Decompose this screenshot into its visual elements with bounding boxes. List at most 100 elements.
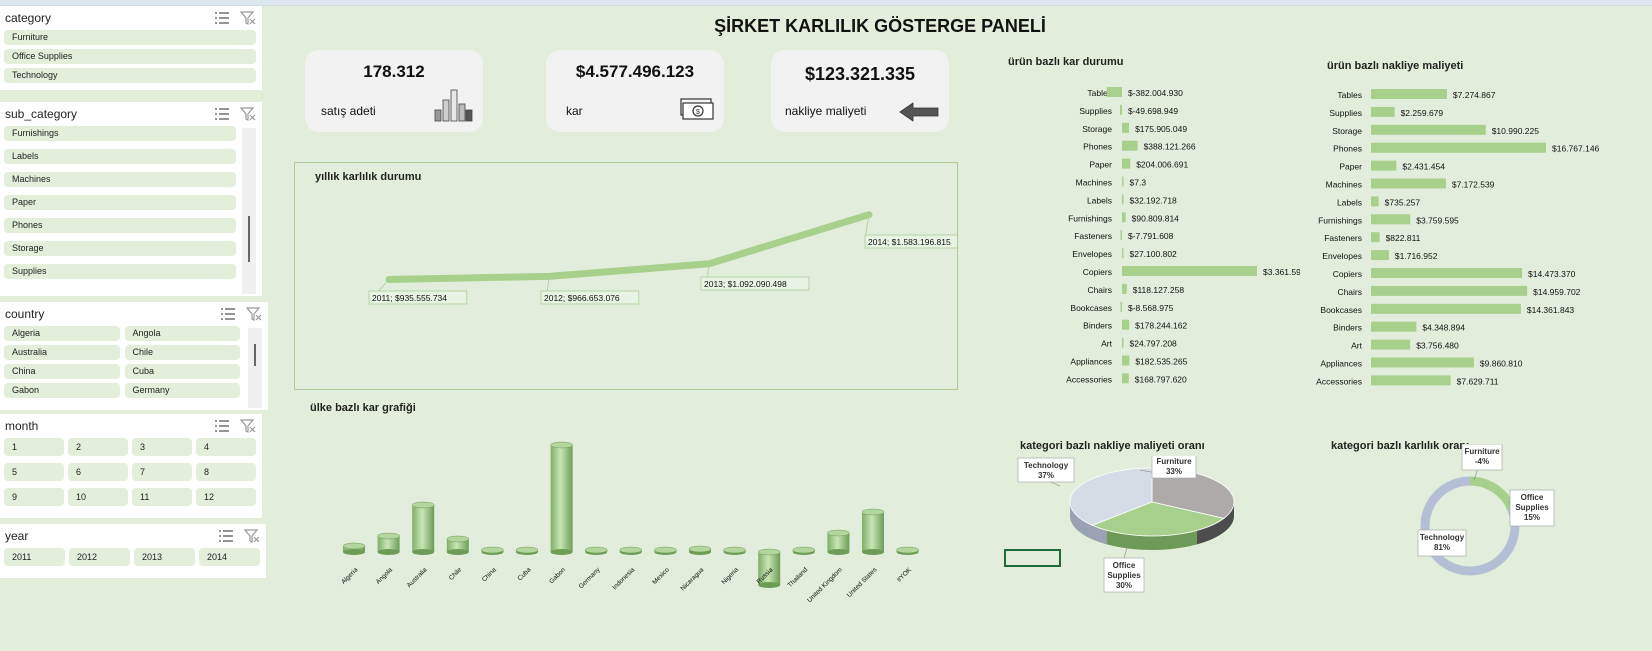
clear-filter-icon[interactable] xyxy=(244,529,260,543)
value-label: $3.759.595 xyxy=(1416,215,1459,225)
category-label: Machines xyxy=(1076,178,1112,188)
line-chart-panel[interactable]: yıllık karlılık durumu 2011; $935.555.73… xyxy=(294,162,958,390)
category-label: Supplies xyxy=(1079,106,1112,116)
value-label: $90.809.814 xyxy=(1132,213,1180,223)
scrollbar[interactable] xyxy=(248,328,262,408)
slicer-item-month[interactable]: 5 xyxy=(4,463,64,481)
slicer-item-labels[interactable]: Labels xyxy=(4,149,236,164)
slicer-item-furniture[interactable]: Furniture xyxy=(4,30,256,45)
slicer-item-month[interactable]: 9 xyxy=(4,488,64,506)
slicer-item-year[interactable]: 2012 xyxy=(69,548,130,566)
slicer-item-month[interactable]: 8 xyxy=(196,463,256,481)
slicer-item-month[interactable]: 7 xyxy=(132,463,192,481)
value-label: $4.348.894 xyxy=(1422,323,1465,333)
slicer-item-phones[interactable]: Phones xyxy=(4,218,236,233)
slicer-items: 2011 2012 2013 2014 xyxy=(0,548,266,566)
slicer-item-paper[interactable]: Paper xyxy=(4,195,236,210)
slicer-header: month xyxy=(0,414,262,438)
data-label: 2011; $935.555.734 xyxy=(372,293,447,303)
slicer-item-angola[interactable]: Angola xyxy=(124,326,240,341)
slicer-item-month[interactable]: 4 xyxy=(196,438,256,456)
slicer-item-month[interactable]: 1 xyxy=(4,438,64,456)
slicer-item-gabon[interactable]: Gabon xyxy=(4,383,120,398)
slicer-icons xyxy=(214,107,256,121)
clear-filter-icon[interactable] xyxy=(240,419,256,433)
slicer-header: country xyxy=(0,302,268,326)
value-label: $735.257 xyxy=(1385,197,1421,207)
scrollbar[interactable] xyxy=(242,128,256,294)
value-label: $27.100.802 xyxy=(1130,249,1178,259)
data-label: Technology xyxy=(1420,533,1465,542)
multi-select-icon[interactable] xyxy=(214,107,230,121)
category-label: Accessories xyxy=(1066,374,1112,384)
bar xyxy=(1371,303,1521,314)
value-label: $2.259.679 xyxy=(1401,108,1444,118)
slicer-item-germany[interactable]: Germany xyxy=(124,383,240,398)
slicer-item-machines[interactable]: Machines xyxy=(4,172,236,187)
slicer-item-furnishings[interactable]: Furnishings xyxy=(4,126,236,141)
slicer-item-month[interactable]: 3 xyxy=(132,438,192,456)
category-label: Fasteners xyxy=(1324,233,1362,243)
slicer-title: month xyxy=(5,419,39,433)
product-shipping-bar-chart: Tables $7.274.867 Supplies $2.259.679 Storag… xyxy=(1316,89,1600,386)
slicer-item-month[interactable]: 12 xyxy=(196,488,256,506)
slicer-item-month[interactable]: 6 xyxy=(68,463,128,481)
data-label: 33% xyxy=(1166,467,1182,476)
slicer-item-supplies[interactable]: Supplies xyxy=(4,264,236,279)
bar-chart-icon xyxy=(434,89,473,122)
slicer-item-australia[interactable]: Australia xyxy=(4,345,120,360)
scrollbar-thumb[interactable] xyxy=(248,216,250,262)
bar xyxy=(1371,375,1451,386)
kpi-value: $123.321.335 xyxy=(804,64,916,84)
bar xyxy=(1371,321,1417,332)
category-label: Accessories xyxy=(1316,376,1362,386)
category-label: Supplies xyxy=(1329,108,1362,118)
category-label: Binders xyxy=(1083,321,1112,331)
slicer-item-month[interactable]: 2 xyxy=(68,438,128,456)
slicer-item-chile[interactable]: Chile xyxy=(124,345,240,360)
selected-cell[interactable] xyxy=(1004,549,1061,567)
bar xyxy=(1371,124,1486,135)
multi-select-icon[interactable] xyxy=(214,11,230,25)
slicer-item-year[interactable]: 2011 xyxy=(4,548,65,566)
bar xyxy=(1120,230,1122,241)
bar xyxy=(1371,106,1395,117)
slicer-item-year[interactable]: 2013 xyxy=(134,548,195,566)
bar-top xyxy=(757,548,781,556)
category-label: Australia xyxy=(406,566,429,589)
multi-select-icon[interactable] xyxy=(214,419,230,433)
scrollbar-thumb[interactable] xyxy=(254,344,256,366)
bar-top xyxy=(377,532,400,540)
bar xyxy=(1122,283,1127,294)
bar xyxy=(1371,142,1546,153)
data-label: Supplies xyxy=(1515,503,1549,512)
clear-filter-icon[interactable] xyxy=(246,307,262,321)
slicer-header: sub_category xyxy=(0,102,262,126)
multi-select-icon[interactable] xyxy=(218,529,234,543)
category-label: Tables xyxy=(1337,90,1362,100)
slicer-item-algeria[interactable]: Algeria xyxy=(4,326,120,341)
value-label: $2.431.454 xyxy=(1402,162,1445,172)
category-label: Art xyxy=(1101,339,1113,349)
slicer-item-year[interactable]: 2014 xyxy=(199,548,260,566)
clear-filter-icon[interactable] xyxy=(240,11,256,25)
slicer-item-cuba[interactable]: Cuba xyxy=(124,364,240,379)
bar-top xyxy=(481,546,504,554)
line-series xyxy=(385,211,873,283)
category-label: Machines xyxy=(1326,180,1362,190)
clear-filter-icon[interactable] xyxy=(240,107,256,121)
slicer-country: country Algeria Angola Australia Chile C… xyxy=(0,302,268,410)
bar xyxy=(1371,89,1447,99)
slicer-item-month[interactable]: 10 xyxy=(68,488,128,506)
slicer-item-office-supplies[interactable]: Office Supplies xyxy=(4,49,256,64)
value-label: $32.192.718 xyxy=(1130,195,1178,205)
slicer-items: Furniture Office Supplies Technology xyxy=(0,30,262,83)
slicer-item-storage[interactable]: Storage xyxy=(4,241,236,256)
slicer-item-month[interactable]: 11 xyxy=(132,488,192,506)
value-label: $7.172.539 xyxy=(1452,180,1495,190)
category-label: Angola xyxy=(375,566,395,586)
chart-title: kategori bazlı nakliye maliyeti oranı xyxy=(1020,440,1205,452)
slicer-item-technology[interactable]: Technology xyxy=(4,68,256,83)
slicer-item-china[interactable]: China xyxy=(4,364,120,379)
multi-select-icon[interactable] xyxy=(220,307,236,321)
